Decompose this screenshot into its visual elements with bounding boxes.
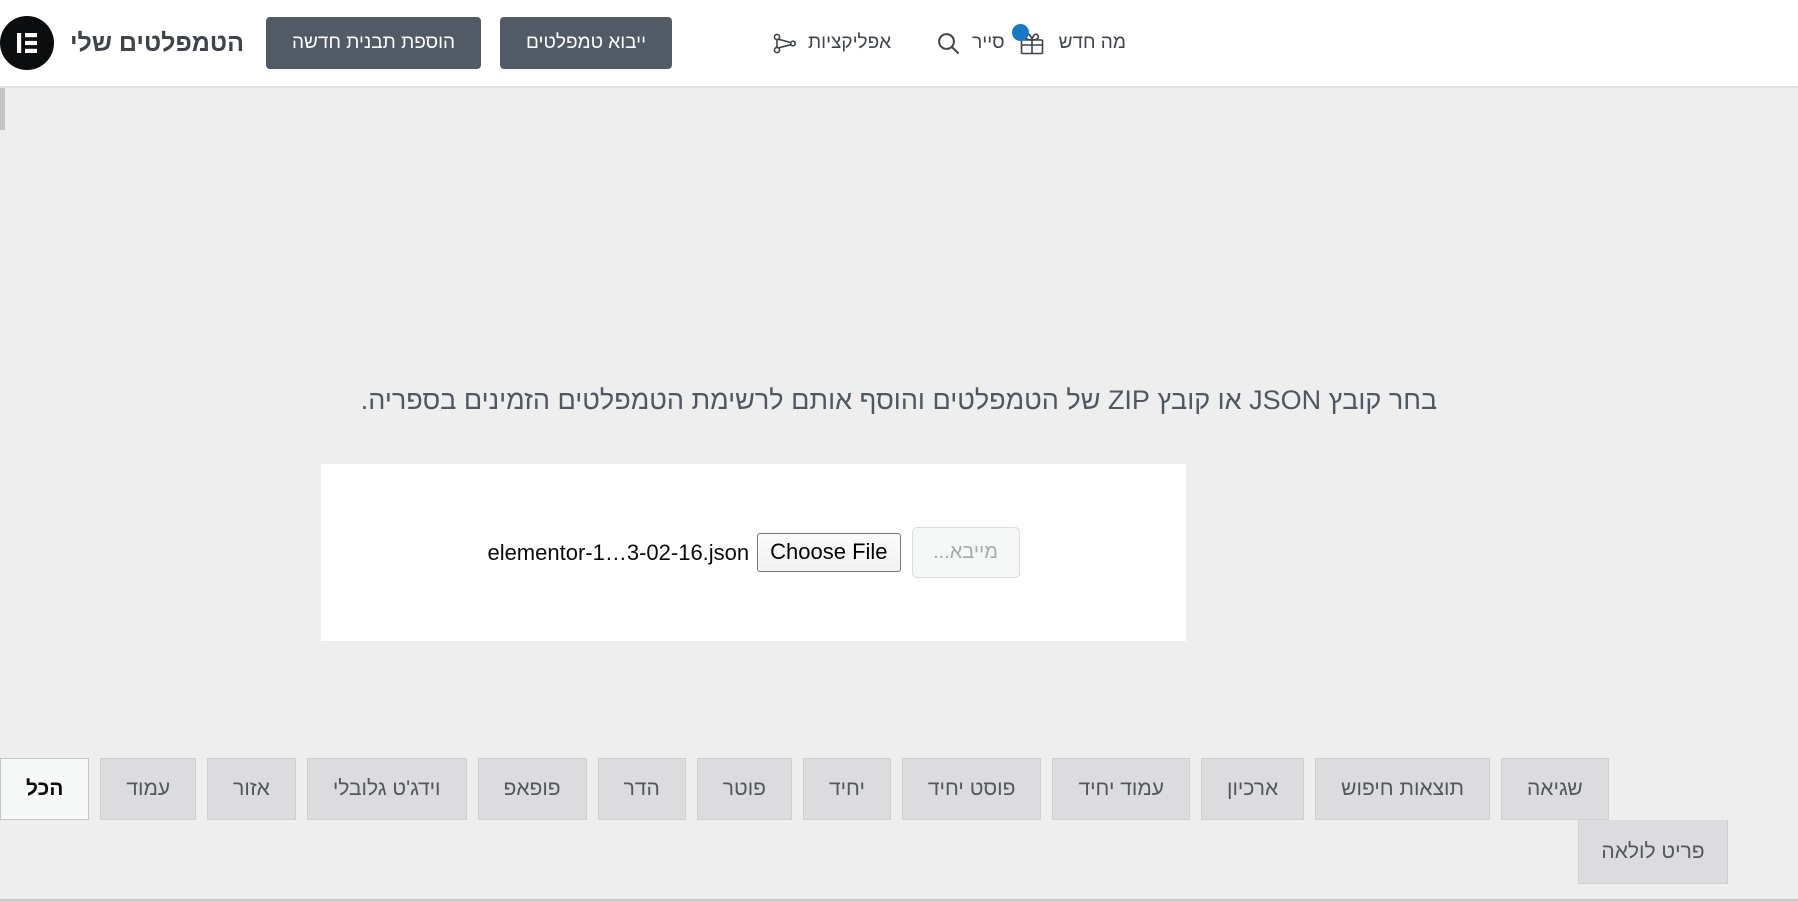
search-icon [935, 30, 962, 57]
choose-file-button[interactable]: Choose File [757, 533, 901, 572]
import-upload-card: Choose File elementor-1…3-02-16.json מיי… [321, 464, 1186, 641]
nav-item-finder[interactable]: סייר [913, 17, 1026, 69]
top-bar-divider [0, 86, 1798, 88]
add-new-template-button[interactable]: הוספת תבנית חדשה [266, 17, 482, 69]
tab-header[interactable]: הדר [597, 758, 686, 820]
whats-new-badge [1011, 24, 1029, 41]
tab-search-results[interactable]: תוצאות חיפוש [1315, 758, 1490, 820]
import-templates-button[interactable]: ייבוא טמפלטים [500, 17, 673, 69]
dropdown-item-loop-item[interactable]: פריט לולאה [1578, 820, 1728, 884]
gift-icon [1011, 24, 1049, 60]
apps-network-icon [772, 30, 798, 56]
import-now-button[interactable]: מייבא... [911, 527, 1020, 578]
tab-section[interactable]: אזור [207, 758, 296, 820]
top-bar: הטמפלטים שלי הוספת תבנית חדשה ייבוא טמפל… [0, 0, 1798, 86]
tab-archive[interactable]: ארכיון [1200, 758, 1305, 820]
nav-item-whats-new-label: מה חדש [1058, 32, 1126, 53]
import-instructions: בחר קובץ JSON או קובץ ZIP של הטמפלטים וה… [360, 385, 1438, 415]
tab-single-page[interactable]: עמוד יחיד [1052, 758, 1190, 820]
tab-single[interactable]: יחיד [802, 758, 891, 820]
top-bar-nav: אפליקציות סייר מה חדש [750, 17, 1148, 69]
nav-item-finder-label: סייר [972, 32, 1005, 53]
top-bar-actions: הוספת תבנית חדשה ייבוא טמפלטים [266, 17, 673, 69]
tab-footer[interactable]: פוטר [696, 758, 792, 820]
tab-single-post[interactable]: פוסט יחיד [901, 758, 1042, 820]
admin-sidebar-edge [0, 88, 5, 130]
import-upload-row: Choose File elementor-1…3-02-16.json מיי… [487, 527, 1020, 578]
brand: הטמפלטים שלי [0, 16, 244, 70]
tab-page[interactable]: עמוד [100, 758, 197, 820]
nav-item-apps[interactable]: אפליקציות [750, 17, 913, 69]
template-type-tabs: הכל עמוד אזור וידג'ט גלובלי פופאפ הדר פו… [0, 758, 1798, 820]
tab-popup[interactable]: פופאפ [477, 758, 587, 820]
selected-file-name: elementor-1…3-02-16.json [487, 539, 750, 565]
tab-all[interactable]: הכל [0, 758, 90, 820]
main-content: בחר קובץ JSON או קובץ ZIP של הטמפלטים וה… [0, 86, 1798, 901]
elementor-logo-icon[interactable] [0, 16, 54, 70]
file-input-control[interactable]: Choose File elementor-1…3-02-16.json [487, 533, 901, 572]
tab-global-widget[interactable]: וידג'ט גלובלי [306, 758, 467, 820]
nav-item-apps-label: אפליקציות [808, 32, 892, 53]
tab-error[interactable]: שגיאה [1501, 758, 1609, 820]
page-title: הטמפלטים שלי [70, 28, 244, 57]
